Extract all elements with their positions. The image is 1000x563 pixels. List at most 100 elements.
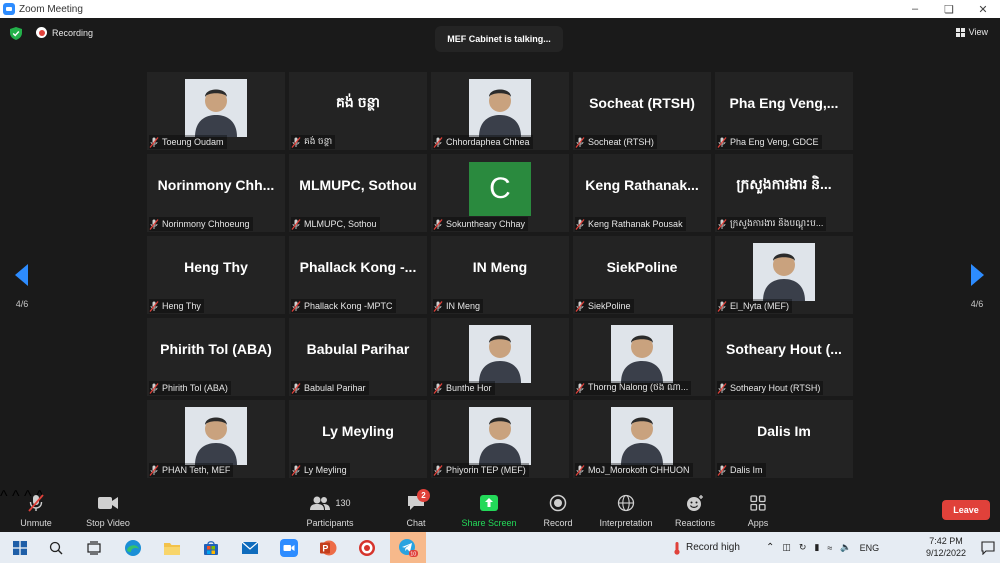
chat-button[interactable]: 2 Chat: [376, 488, 456, 532]
participant-name-caption: Keng Rathanak Pousak: [575, 217, 686, 231]
red-target-app-icon[interactable]: [357, 538, 377, 558]
minimize-icon[interactable]: –: [898, 0, 932, 18]
participant-tile[interactable]: MLMUPC, Sothou MLMUPC, Sothou: [289, 154, 427, 232]
leave-button[interactable]: Leave: [942, 500, 990, 520]
participant-display-name: Socheat (RTSH): [589, 95, 695, 111]
participant-tile[interactable]: គង់ ចន្ថា គង់ ចន្ថា: [289, 72, 427, 150]
participant-name-caption: Heng Thy: [149, 299, 204, 313]
participant-tile[interactable]: Phirith Tol (ABA) Phirith Tol (ABA): [147, 318, 285, 396]
battery-icon[interactable]: ▮: [814, 542, 819, 553]
usb-icon[interactable]: ↻: [799, 542, 807, 553]
participant-display-name: Keng Rathanak...: [585, 177, 699, 193]
wifi-icon[interactable]: ≈: [827, 543, 832, 553]
task-view-icon[interactable]: [84, 538, 104, 558]
participant-display-name: Norinmony Chh...: [157, 177, 275, 193]
participant-tile[interactable]: Dalis Im Dalis Im: [715, 400, 853, 478]
view-button[interactable]: View: [955, 27, 988, 37]
participant-tile[interactable]: IN Meng IN Meng: [431, 236, 569, 314]
participant-name: SiekPoline: [588, 301, 631, 311]
tray-overflow-caret-icon[interactable]: ⌃: [766, 542, 774, 553]
device-icon[interactable]: ◫: [782, 542, 791, 553]
stop-video-button[interactable]: Stop Video: [68, 488, 148, 532]
arrow-left-icon: [15, 264, 28, 286]
record-icon: [549, 494, 567, 512]
participant-tile[interactable]: Ly Meyling Ly Meyling: [289, 400, 427, 478]
participant-tile[interactable]: Pha Eng Veng,... Pha Eng Veng, GDCE: [715, 72, 853, 150]
muted-mic-icon: [433, 218, 443, 230]
reactions-label: Reactions: [674, 518, 716, 528]
title-bar: Zoom Meeting – ❏ ✕: [0, 0, 1000, 18]
next-page-button[interactable]: 4/6: [967, 264, 987, 309]
participant-display-name: Sotheary Hout (...: [726, 341, 842, 357]
apps-label: Apps: [747, 518, 769, 528]
language-indicator[interactable]: ENG: [860, 543, 880, 553]
powerpoint-icon[interactable]: P: [318, 538, 338, 558]
participant-tile[interactable]: ក្រសួងការងារ និ... ក្រសួងការងារ និងបណ្តុះ…: [715, 154, 853, 232]
participant-name-caption: Norinmony Chhoeung: [149, 217, 253, 231]
participant-name-caption: Dalis Im: [717, 463, 766, 477]
previous-page-button[interactable]: 4/6: [12, 264, 32, 309]
participant-name-caption: គង់ ចន្ថា: [291, 135, 336, 149]
participants-button[interactable]: 130 Participants: [290, 488, 370, 532]
shield-icon[interactable]: [10, 27, 22, 40]
muted-mic-icon: [575, 136, 585, 148]
participant-name: PHAN Teth, MEF: [162, 465, 231, 475]
participant-tile[interactable]: Phallack Kong -... Phallack Kong -MPTC: [289, 236, 427, 314]
telegram-icon[interactable]: 10: [398, 538, 418, 558]
muted-mic-icon: [433, 382, 443, 394]
file-explorer-icon[interactable]: [162, 538, 182, 558]
muted-mic-icon: [28, 494, 44, 512]
maximize-icon[interactable]: ❏: [932, 0, 966, 18]
participant-tile[interactable]: Socheat (RTSH) Socheat (RTSH): [573, 72, 711, 150]
notification-icon[interactable]: [978, 538, 998, 558]
participant-tile[interactable]: Norinmony Chh... Norinmony Chhoeung: [147, 154, 285, 232]
participant-tile[interactable]: Heng Thy Heng Thy: [147, 236, 285, 314]
close-icon[interactable]: ✕: [966, 0, 1000, 18]
recording-indicator[interactable]: Recording: [36, 27, 93, 38]
participant-name: IN Meng: [446, 301, 481, 311]
participant-tile[interactable]: Sotheary Hout (... Sotheary Hout (RTSH): [715, 318, 853, 396]
windows-start-icon[interactable]: [10, 538, 30, 558]
volume-muted-icon[interactable]: 🔈: [840, 542, 851, 553]
participant-tile[interactable]: Thorng Nalong (ថង ណា...: [573, 318, 711, 396]
muted-mic-icon: [149, 382, 159, 394]
participant-name-caption: Socheat (RTSH): [575, 135, 657, 149]
svg-text:P: P: [322, 544, 328, 554]
muted-mic-icon: [575, 300, 585, 312]
participant-name: Norinmony Chhoeung: [162, 219, 250, 229]
participant-tile[interactable]: PHAN Teth, MEF: [147, 400, 285, 478]
mail-icon[interactable]: [240, 538, 260, 558]
zoom-taskbar-icon[interactable]: [279, 538, 299, 558]
participants-label: Participants: [306, 518, 354, 528]
search-icon[interactable]: [46, 538, 66, 558]
participant-tile[interactable]: Chhordaphea Chhea: [431, 72, 569, 150]
participant-tile[interactable]: SiekPoline SiekPoline: [573, 236, 711, 314]
participants-count: 130: [335, 498, 351, 508]
participant-tile[interactable]: C Sokuntheary Chhay: [431, 154, 569, 232]
participant-tile[interactable]: Keng Rathanak... Keng Rathanak Pousak: [573, 154, 711, 232]
participant-tile[interactable]: Babulal Parihar Babulal Parihar: [289, 318, 427, 396]
participant-name-caption: Phallack Kong -MPTC: [291, 299, 396, 313]
microsoft-store-icon[interactable]: [201, 538, 221, 558]
participant-display-name: Pha Eng Veng,...: [729, 95, 839, 111]
participant-tile[interactable]: Bunthe Hor: [431, 318, 569, 396]
participant-display-name: MLMUPC, Sothou: [299, 177, 417, 193]
apps-button[interactable]: Apps: [718, 488, 798, 532]
interpretation-button[interactable]: Interpretation: [586, 488, 666, 532]
unmute-button[interactable]: Unmute: [0, 488, 76, 532]
taskbar-clock[interactable]: 7:42 PM 9/12/2022: [926, 535, 966, 559]
unmute-label: Unmute: [20, 518, 52, 528]
participant-tile[interactable]: Phiyorin TEP (MEF): [431, 400, 569, 478]
recording-label: Recording: [52, 27, 94, 38]
edge-browser-icon[interactable]: [123, 538, 143, 558]
meeting-controls: Unmute ^ Stop Video ^ 130 Participants ^…: [0, 488, 1000, 532]
share-screen-button[interactable]: Share Screen: [449, 488, 529, 532]
participant-tile[interactable]: Toeung Oudam: [147, 72, 285, 150]
participant-name: Heng Thy: [162, 301, 201, 311]
participant-tile[interactable]: El_Nyta (MEF): [715, 236, 853, 314]
weather-widget[interactable]: Record high: [672, 532, 740, 563]
muted-mic-icon: [149, 136, 159, 148]
share-screen-label: Share Screen: [461, 518, 517, 528]
participant-name-caption: El_Nyta (MEF): [717, 299, 793, 313]
participant-tile[interactable]: MoJ_Morokoth CHHUON: [573, 400, 711, 478]
